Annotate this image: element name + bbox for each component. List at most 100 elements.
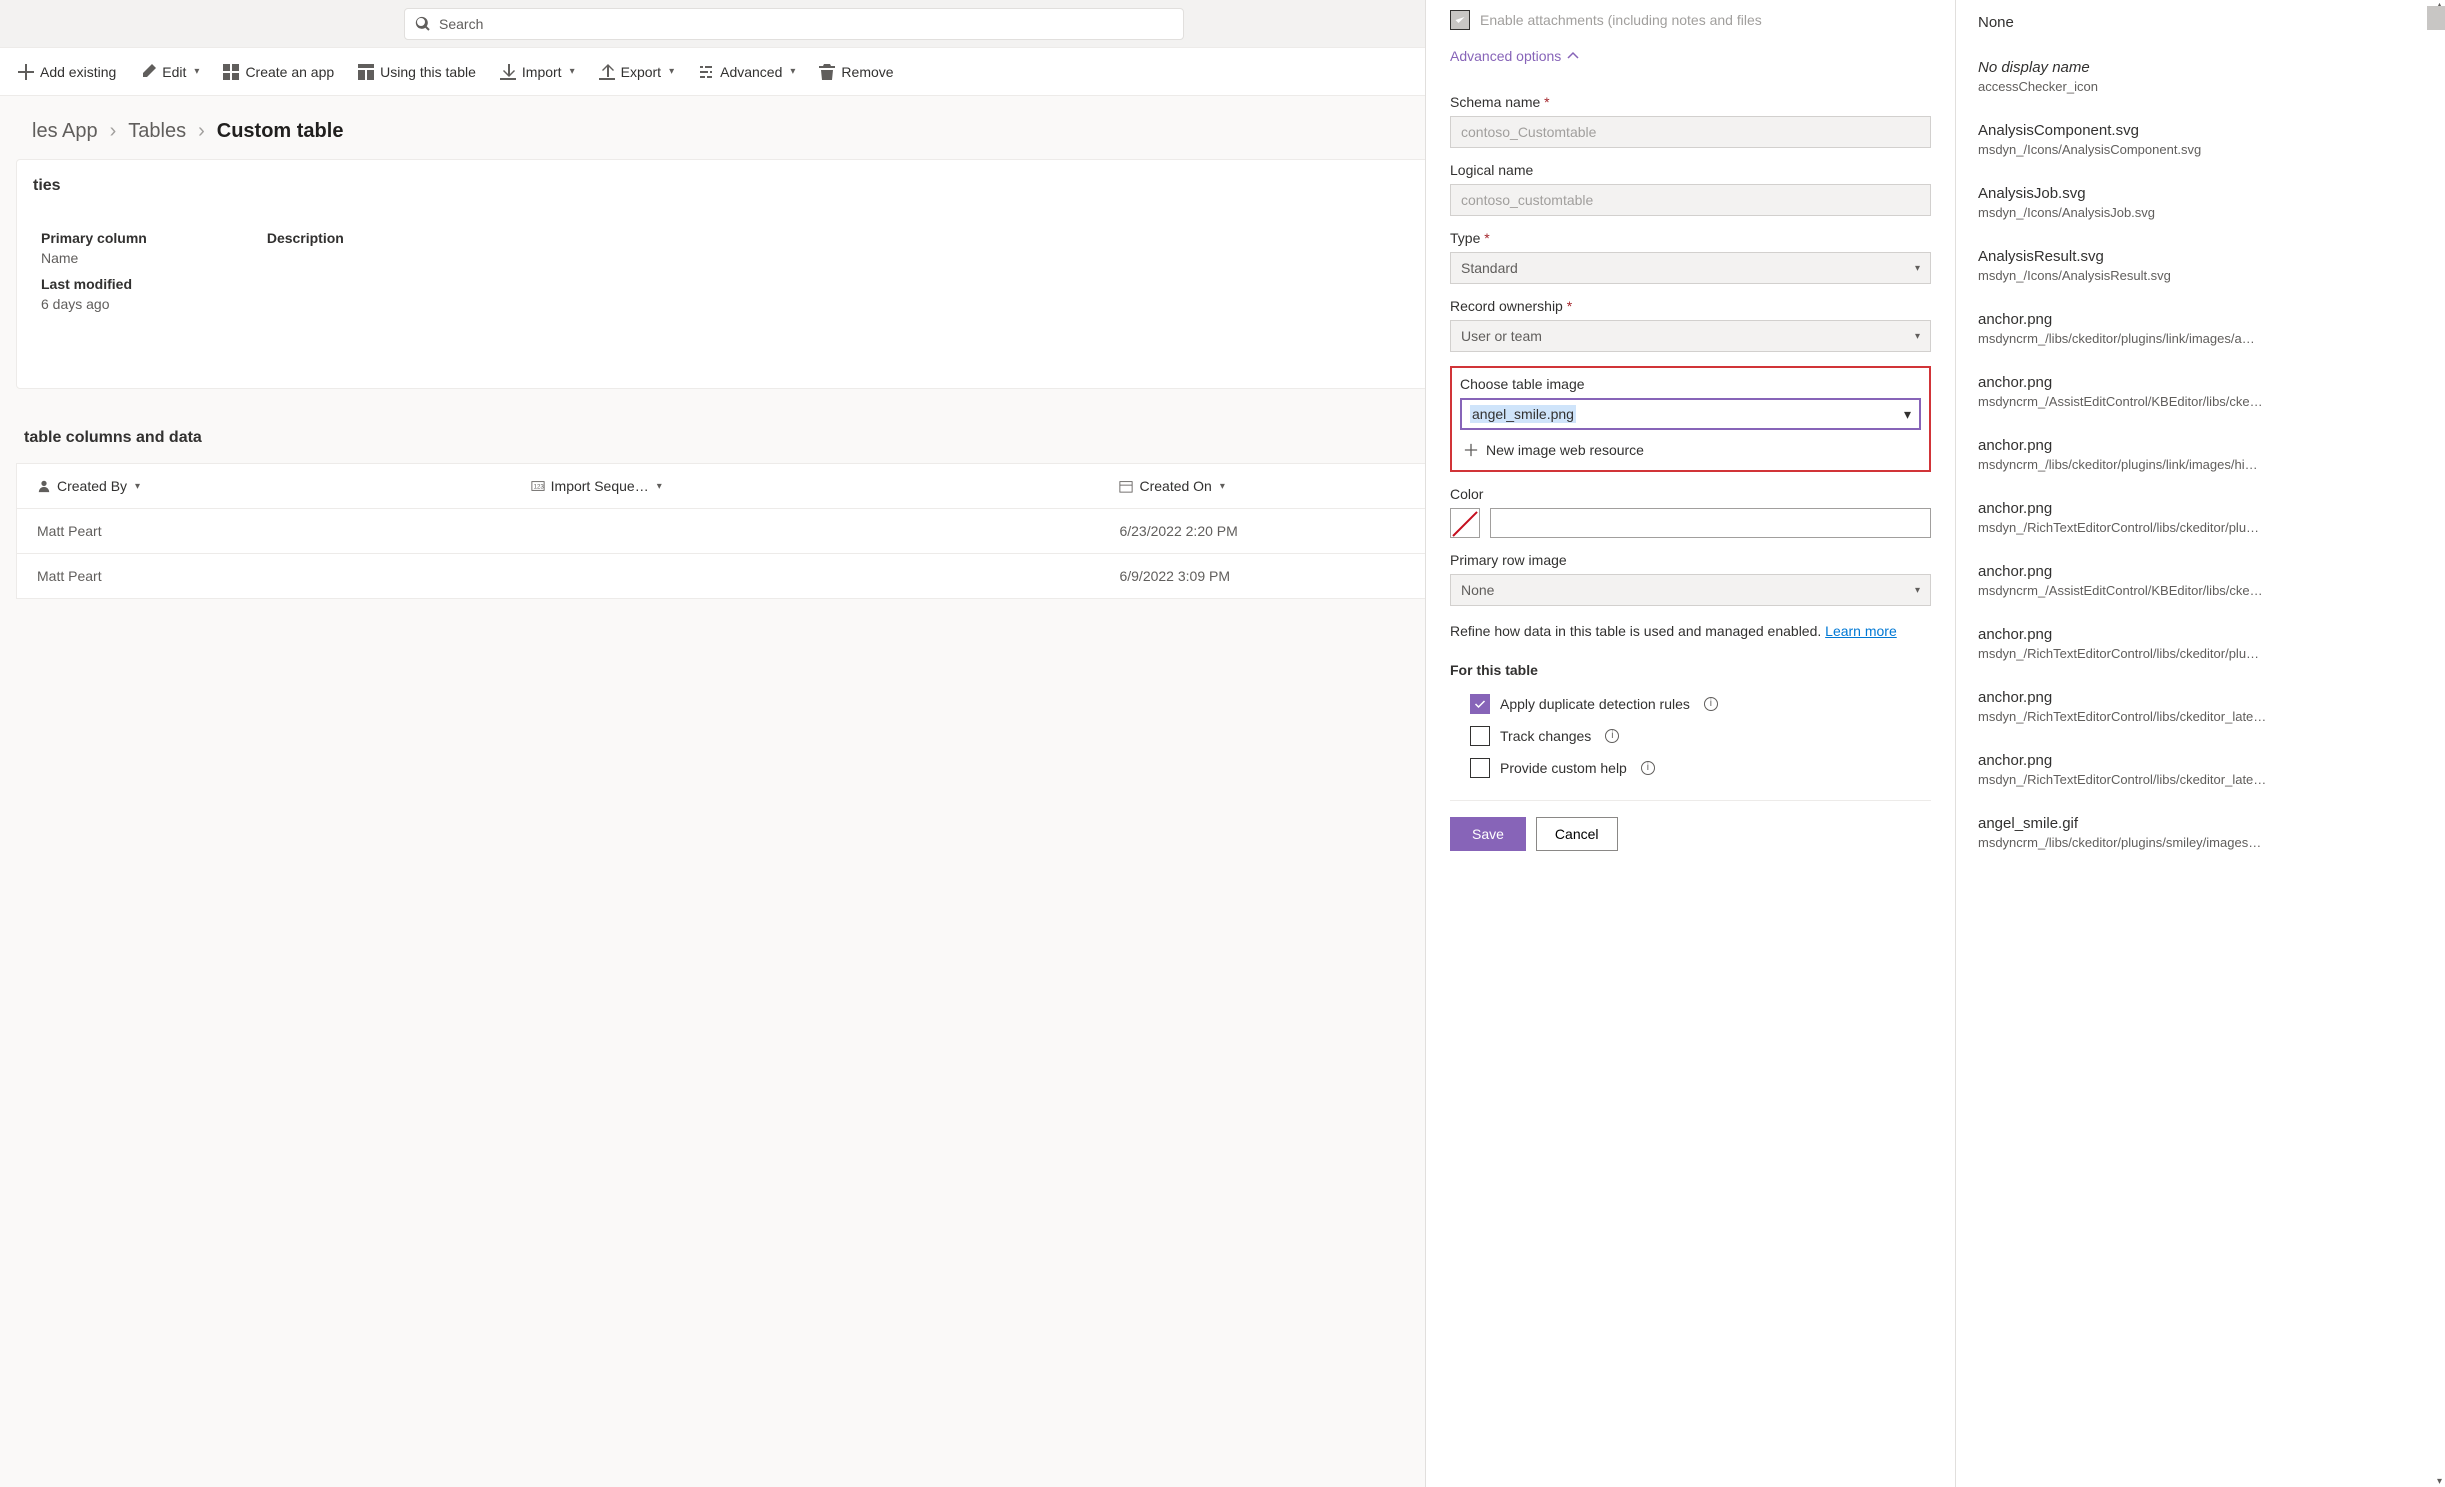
helper-text: Refine how data in this table is used an… [1450, 622, 1931, 642]
dropdown-item-sub: msdyn_/RichTextEditorControl/libs/ckedit… [1978, 709, 2423, 724]
dropdown-item[interactable]: anchor.pngmsdyncrm_/AssistEditControl/KB… [1956, 549, 2445, 612]
dropdown-item-name: anchor.png [1978, 500, 2423, 517]
cancel-button[interactable]: Cancel [1536, 817, 1618, 851]
table-cell [511, 554, 1100, 599]
chevron-down-icon: ▾ [1904, 406, 1911, 423]
dropdown-item-name: anchor.png [1978, 374, 2423, 391]
dropdown-item[interactable]: anchor.pngmsdyn_/RichTextEditorControl/l… [1956, 612, 2445, 675]
dropdown-item-name: AnalysisResult.svg [1978, 248, 2423, 265]
grid-icon [223, 64, 239, 80]
color-swatch[interactable] [1450, 508, 1480, 538]
color-input[interactable] [1490, 508, 1931, 538]
duplicate-detection-checkbox[interactable] [1470, 694, 1490, 714]
type-select[interactable]: Standard▾ [1450, 252, 1931, 284]
schema-name-input [1450, 116, 1931, 148]
using-table-button[interactable]: Using this table [348, 54, 486, 90]
dropdown-item[interactable]: angel_smile.gifmsdyncrm_/libs/ckeditor/p… [1956, 801, 2445, 864]
dropdown-item-name: anchor.png [1978, 437, 2423, 454]
table-cell: Matt Peart [17, 554, 511, 599]
chevron-down-icon: ▾ [790, 66, 795, 77]
dropdown-item-sub: msdyn_/Icons/AnalysisJob.svg [1978, 205, 2423, 220]
scrollbar-thumb[interactable] [2427, 6, 2445, 30]
dropdown-item[interactable]: No display name accessChecker_icon [1956, 45, 2445, 108]
choose-image-combo[interactable]: angel_smile.png ▾ [1460, 398, 1921, 430]
import-button[interactable]: Import▾ [490, 54, 585, 90]
import-icon [500, 64, 516, 80]
new-image-resource-link[interactable]: New image web resource [1460, 430, 1921, 462]
custom-help-row[interactable]: Provide custom help i [1450, 752, 1931, 784]
remove-button[interactable]: Remove [809, 54, 903, 90]
last-modified-label: Last modified [41, 276, 147, 292]
learn-more-link[interactable]: Learn more [1825, 623, 1897, 639]
dropdown-item[interactable]: anchor.png msdyn_/RichTextEditorControl/l… [1956, 675, 2445, 738]
dropdown-item[interactable]: AnalysisComponent.svgmsdyn_/Icons/Analys… [1956, 108, 2445, 171]
col-created-by[interactable]: Created By ▾ [17, 464, 511, 509]
dropdown-item-name: AnalysisJob.svg [1978, 185, 2423, 202]
plus-icon [18, 64, 34, 80]
image-dropdown-list[interactable]: None No display name accessChecker_icon Ana… [1955, 0, 2445, 1487]
primary-row-image-select[interactable]: None▾ [1450, 574, 1931, 606]
dropdown-item[interactable]: anchor.png msdyn_/RichTextEditorControl/l… [1956, 486, 2445, 549]
search-icon [415, 16, 431, 32]
export-button[interactable]: Export▾ [589, 54, 685, 90]
logical-name-input [1450, 184, 1931, 216]
dropdown-item[interactable]: anchor.pngmsdyncrm_/libs/ckeditor/plugin… [1956, 423, 2445, 486]
scroll-down-icon[interactable]: ▾ [2437, 1476, 2442, 1487]
chevron-down-icon: ▾ [1915, 585, 1920, 596]
record-ownership-select[interactable]: User or team▾ [1450, 320, 1931, 352]
dropdown-item-sub: msdyn_/RichTextEditorControl/libs/ckedit… [1978, 520, 2423, 535]
panel-footer: Save Cancel [1450, 800, 1931, 867]
search-input[interactable]: Search [404, 8, 1184, 40]
advanced-options-toggle[interactable]: Advanced options [1450, 40, 1931, 80]
dropdown-item-sub: accessChecker_icon [1978, 79, 2423, 94]
edit-button[interactable]: Edit▾ [130, 54, 209, 90]
dropdown-item-name: anchor.png [1978, 752, 2423, 769]
breadcrumb-sep: › [198, 120, 205, 143]
dropdown-item-name: anchor.png [1978, 689, 2423, 706]
dropdown-item-sub: msdyn_/Icons/AnalysisComponent.svg [1978, 142, 2423, 157]
table-cell: Matt Peart [17, 509, 511, 554]
chevron-down-icon: ▾ [1915, 263, 1920, 274]
breadcrumb-sep: › [110, 120, 117, 143]
chevron-down-icon: ▾ [669, 66, 674, 77]
info-icon[interactable]: i [1704, 697, 1718, 711]
dropdown-item-sub: msdyncrm_/libs/ckeditor/plugins/smiley/i… [1978, 835, 2423, 850]
pencil-icon [140, 64, 156, 80]
calendar-icon [1119, 479, 1133, 493]
choose-image-section: Choose table image angel_smile.png ▾ New… [1450, 366, 1931, 472]
for-this-table-title: For this table [1450, 662, 1931, 678]
breadcrumb-current: Custom table [217, 120, 344, 143]
primary-column-value: Name [41, 250, 147, 266]
save-button[interactable]: Save [1450, 817, 1526, 851]
sliders-icon [698, 64, 714, 80]
dropdown-item-sub: msdyn_/RichTextEditorControl/libs/ckedit… [1978, 646, 2423, 661]
dropdown-item[interactable]: anchor.pngmsdyncrm_/libs/ckeditor/plugin… [1956, 297, 2445, 360]
col-import-seq[interactable]: 123Import Seque… ▾ [511, 464, 1100, 509]
schema-name-label: Schema name * [1450, 94, 1931, 110]
dropdown-item[interactable]: AnalysisResult.svg msdyn_/Icons/AnalysisR… [1956, 234, 2445, 297]
breadcrumb-app[interactable]: les App [32, 120, 98, 143]
advanced-button[interactable]: Advanced▾ [688, 54, 805, 90]
dropdown-item-name: No display name [1978, 59, 2423, 76]
chevron-down-icon: ▾ [570, 66, 575, 77]
track-changes-row[interactable]: Track changes i [1450, 720, 1931, 752]
dropdown-item-sub: msdyn_/Icons/AnalysisResult.svg [1978, 268, 2423, 283]
add-existing-button[interactable]: Add existing [8, 54, 126, 90]
dropdown-item-sub: msdyn_/RichTextEditorControl/libs/ckedit… [1978, 772, 2423, 787]
color-label: Color [1450, 486, 1931, 502]
dropdown-item[interactable]: None [1956, 0, 2445, 45]
dropdown-item[interactable]: anchor.pngmsdyncrm_/AssistEditControl/KB… [1956, 360, 2445, 423]
dropdown-item[interactable]: anchor.png msdyn_/RichTextEditorControl/l… [1956, 738, 2445, 801]
info-icon[interactable]: i [1605, 729, 1619, 743]
plus-icon [1464, 443, 1478, 457]
enable-attachments-checkbox [1450, 10, 1470, 30]
breadcrumb-tables[interactable]: Tables [128, 120, 186, 143]
choose-image-label: Choose table image [1460, 376, 1921, 392]
duplicate-detection-row[interactable]: Apply duplicate detection rules i [1450, 688, 1931, 720]
search-placeholder: Search [439, 16, 483, 32]
info-icon[interactable]: i [1641, 761, 1655, 775]
custom-help-checkbox[interactable] [1470, 758, 1490, 778]
create-app-button[interactable]: Create an app [213, 54, 344, 90]
dropdown-item[interactable]: AnalysisJob.svg msdyn_/Icons/AnalysisJob.… [1956, 171, 2445, 234]
track-changes-checkbox[interactable] [1470, 726, 1490, 746]
